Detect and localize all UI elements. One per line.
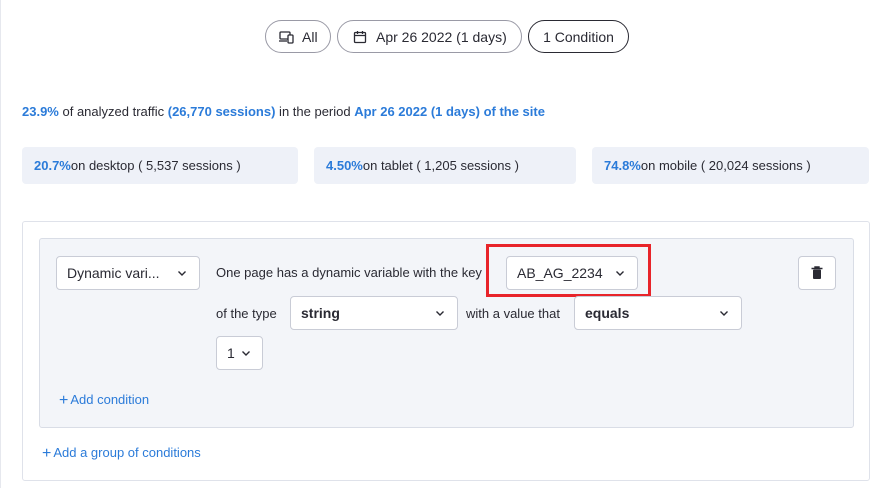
operator-value: equals <box>585 305 630 321</box>
value-label: with a value that <box>466 306 560 321</box>
tablet-label: on tablet ( 1,205 sessions ) <box>362 158 519 173</box>
desktop-stat-card: 20.7% on desktop ( 5,537 sessions ) <box>22 147 298 184</box>
desktop-label: on desktop ( 5,537 sessions ) <box>70 158 241 173</box>
date-filter-button[interactable]: Apr 26 2022 (1 days) <box>337 20 522 53</box>
plus-icon: + <box>42 445 52 462</box>
value-value: 1 <box>227 345 235 361</box>
calendar-icon <box>352 29 368 45</box>
left-border <box>0 0 1 488</box>
date-filter-label: Apr 26 2022 (1 days) <box>376 28 507 45</box>
plus-icon: + <box>59 392 69 409</box>
type-label: of the type <box>216 306 277 321</box>
chevron-down-icon <box>720 311 728 316</box>
summary-text-a: of analyzed traffic <box>58 104 168 119</box>
summary-period: Apr 26 2022 (1 days) of the site <box>354 104 545 119</box>
add-group-label: Add a group of conditions <box>53 445 201 460</box>
chevron-down-icon <box>178 271 186 276</box>
add-condition-label: Add condition <box>70 392 150 407</box>
condition-category-select[interactable]: Dynamic vari... <box>56 256 200 290</box>
variable-type-value: string <box>301 305 340 321</box>
chevron-down-icon <box>436 311 444 316</box>
operator-select[interactable]: equals <box>574 296 742 330</box>
mobile-percent: 74.8% <box>604 158 641 173</box>
tablet-stat-card: 4.50% on tablet ( 1,205 sessions ) <box>314 147 576 184</box>
condition-filter-button[interactable]: 1 Condition <box>528 20 629 53</box>
value-select[interactable]: 1 <box>216 336 263 370</box>
devices-icon <box>278 29 294 45</box>
tablet-percent: 4.50% <box>326 158 363 173</box>
mobile-label: on mobile ( 20,024 sessions ) <box>640 158 811 173</box>
add-condition-link[interactable]: + Add condition <box>59 392 149 410</box>
variable-type-select[interactable]: string <box>290 296 458 330</box>
highlight-box <box>486 244 651 297</box>
summary-sessions: (26,770 sessions) <box>167 104 276 119</box>
condition-filter-label: 1 Condition <box>543 28 614 45</box>
condition-sentence: One page has a dynamic variable with the… <box>216 265 482 280</box>
add-group-link[interactable]: + Add a group of conditions <box>42 445 201 463</box>
traffic-summary: 23.9% of analyzed traffic (26,770 sessio… <box>22 104 545 119</box>
trash-icon <box>811 266 823 279</box>
devices-filter-label: All <box>302 28 318 45</box>
condition-category-value: Dynamic vari... <box>67 265 160 281</box>
chevron-down-icon <box>242 351 250 356</box>
devices-filter-button[interactable]: All <box>265 20 331 53</box>
summary-percent: 23.9% <box>22 104 59 119</box>
delete-condition-button[interactable] <box>798 256 836 290</box>
mobile-stat-card: 74.8% on mobile ( 20,024 sessions ) <box>592 147 869 184</box>
desktop-percent: 20.7% <box>34 158 71 173</box>
summary-text-b: in the period <box>275 104 355 119</box>
